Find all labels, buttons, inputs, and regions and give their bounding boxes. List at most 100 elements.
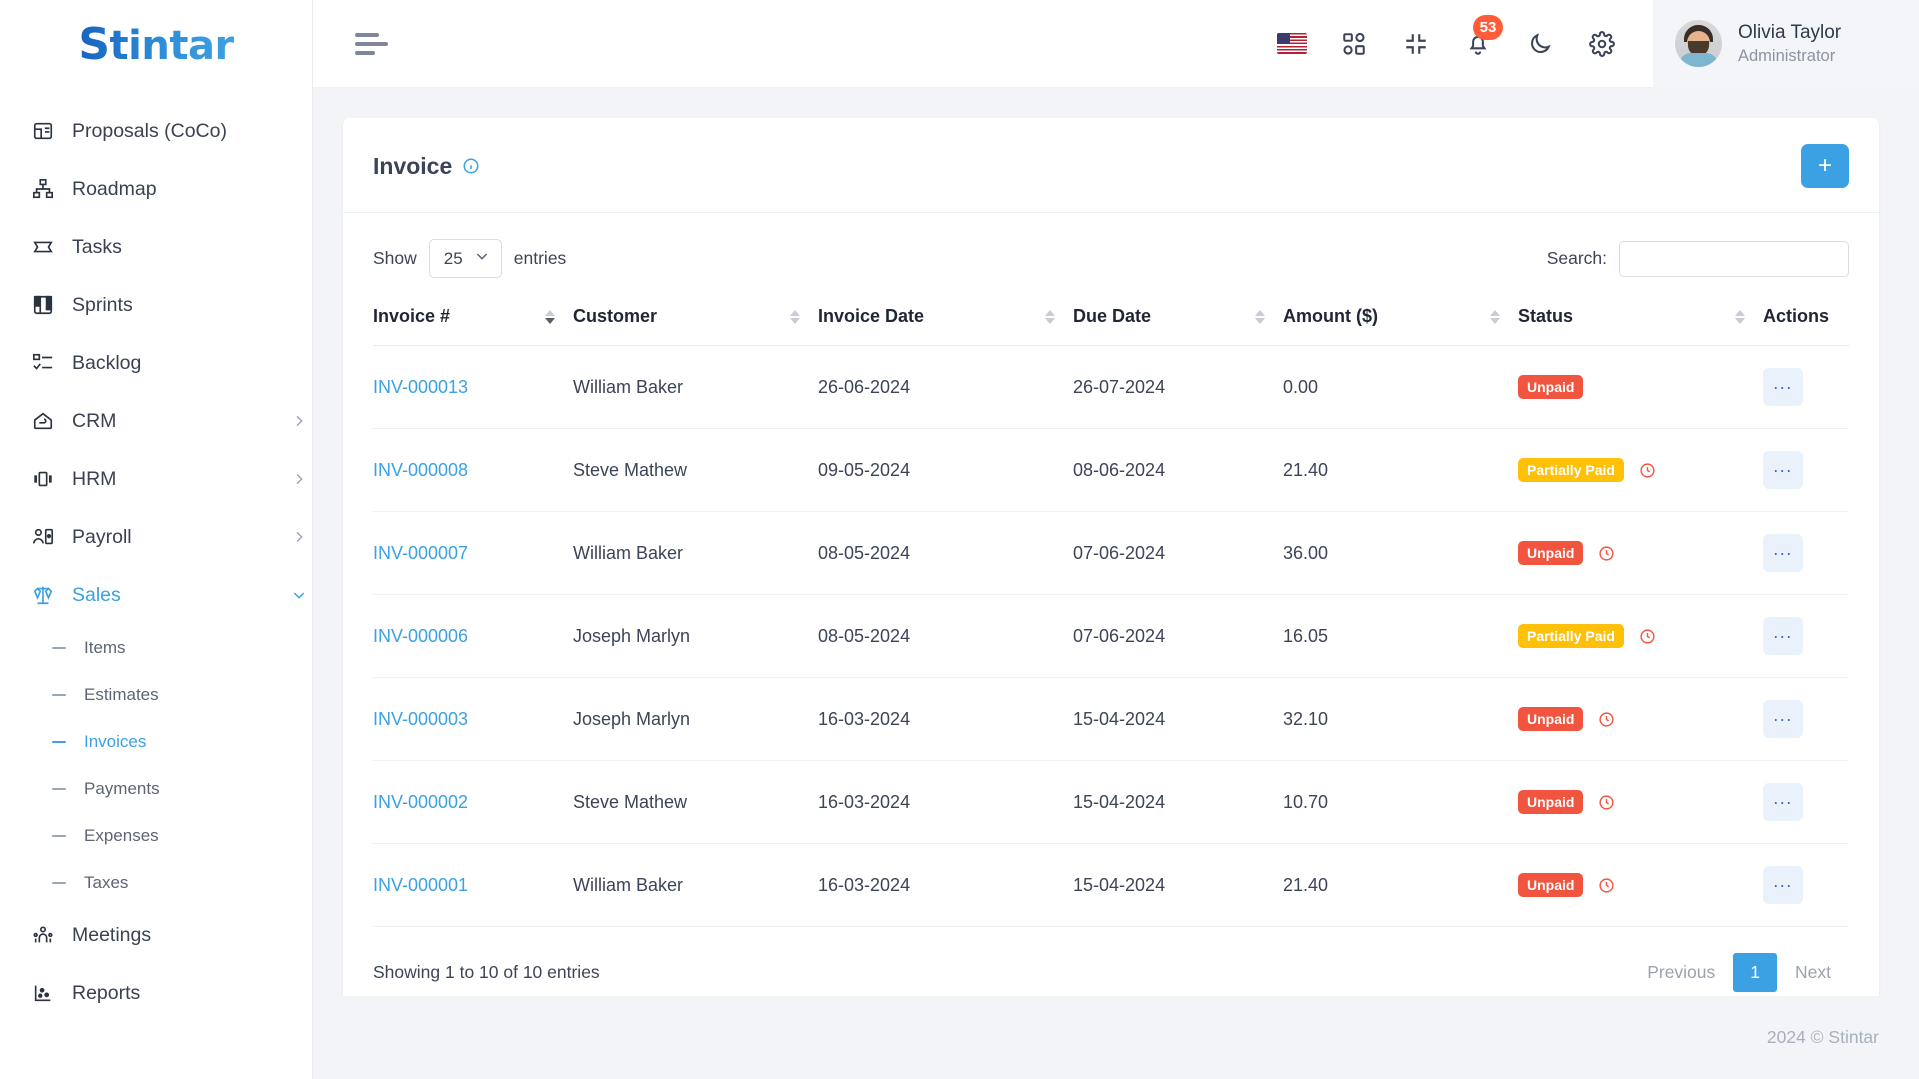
column-label: Invoice # — [373, 306, 451, 326]
sidebar-subitem-payments[interactable]: Payments — [0, 765, 312, 812]
cell-invoice-number: INV-000003 — [373, 677, 573, 761]
invoice-link[interactable]: INV-000013 — [373, 377, 468, 397]
column-label: Actions — [1763, 306, 1830, 326]
sort-icon[interactable] — [1045, 309, 1073, 324]
sidebar-item-sales[interactable]: Sales — [0, 566, 312, 624]
sidebar-subitem-items[interactable]: Items — [0, 624, 312, 671]
row-actions-button[interactable]: ... — [1763, 783, 1803, 821]
bell-icon[interactable]: 53 — [1463, 14, 1503, 59]
sidebar-item-reports[interactable]: Reports — [0, 964, 312, 1022]
cell-status: Partially Paid — [1518, 594, 1763, 678]
brand-initial: S — [78, 18, 110, 70]
cell-amount: 21.40 — [1283, 428, 1518, 512]
sidebar-subitem-taxes[interactable]: Taxes — [0, 859, 312, 906]
sort-icon[interactable] — [1490, 309, 1518, 324]
sidebar-item-meetings[interactable]: Meetings — [0, 906, 312, 964]
sidebar-item-label: Roadmap — [72, 177, 157, 200]
col-invoice-date[interactable]: Invoice Date — [818, 296, 1073, 346]
app-root: Stintar Proposals (CoCo) Roadmap Tasks S… — [0, 0, 1919, 1079]
table-row[interactable]: INV-000001 William Baker 16-03-2024 15-0… — [373, 843, 1849, 927]
hamburger-line — [355, 50, 375, 55]
brand-logo[interactable]: Stintar — [0, 0, 312, 88]
add-invoice-button[interactable]: + — [1801, 144, 1849, 188]
info-circle-icon[interactable] — [462, 157, 480, 175]
showing-entries-text: Showing 1 to 10 of 10 entries — [373, 962, 600, 982]
invoice-link[interactable]: INV-000007 — [373, 543, 468, 563]
hamburger-icon[interactable] — [355, 32, 391, 55]
col-status[interactable]: Status — [1518, 296, 1763, 346]
grid-apps-icon[interactable] — [1339, 29, 1369, 59]
invoice-link[interactable]: INV-000001 — [373, 875, 468, 895]
sidebar-item-label: Backlog — [72, 351, 142, 374]
sidebar-subitem-estimates[interactable]: Estimates — [0, 671, 312, 718]
cell-due-date: 07-06-2024 — [1073, 594, 1283, 678]
sidebar-item-hrm[interactable]: HRM — [0, 450, 312, 508]
topbar-actions: 53 — [1277, 14, 1653, 59]
pagination-previous[interactable]: Previous — [1629, 954, 1733, 991]
invoice-link[interactable]: INV-000006 — [373, 626, 468, 646]
sidebar-item-roadmap[interactable]: Roadmap — [0, 160, 312, 218]
moon-icon[interactable] — [1525, 29, 1555, 59]
sidebar-item-crm[interactable]: CRM — [0, 392, 312, 450]
row-actions-button[interactable]: ... — [1763, 617, 1803, 655]
search-input[interactable] — [1619, 240, 1849, 277]
gear-icon[interactable] — [1587, 29, 1617, 59]
table-row[interactable]: INV-000008 Steve Mathew 09-05-2024 08-06… — [373, 428, 1849, 512]
invoice-link[interactable]: INV-000003 — [373, 709, 468, 729]
sidebar-subitem-label: Items — [84, 637, 126, 657]
invoice-link[interactable]: INV-000008 — [373, 460, 468, 480]
row-actions-button[interactable]: ... — [1763, 700, 1803, 738]
cell-invoice-number: INV-000008 — [373, 428, 573, 512]
cell-status: Unpaid — [1518, 843, 1763, 927]
col-amount[interactable]: Amount ($) — [1283, 296, 1518, 346]
user-profile-menu[interactable]: Olivia Taylor Administrator — [1653, 0, 1919, 88]
cell-customer: Joseph Marlyn — [573, 677, 818, 761]
table-row[interactable]: INV-000003 Joseph Marlyn 16-03-2024 15-0… — [373, 677, 1849, 761]
flag-graphic — [1277, 33, 1307, 54]
table-row[interactable]: INV-000006 Joseph Marlyn 08-05-2024 07-0… — [373, 594, 1849, 678]
row-actions-button[interactable]: ... — [1763, 368, 1803, 406]
sidebar-item-tasks[interactable]: Tasks — [0, 218, 312, 276]
invoice-link[interactable]: INV-000002 — [373, 792, 468, 812]
row-actions-button[interactable]: ... — [1763, 534, 1803, 572]
sort-icon[interactable] — [790, 309, 818, 324]
entries-select-wrap: 25 — [428, 239, 502, 278]
meetings-icon — [30, 922, 56, 948]
table-row[interactable]: INV-000007 William Baker 08-05-2024 07-0… — [373, 511, 1849, 595]
table-row[interactable]: INV-000013 William Baker 26-06-2024 26-0… — [373, 345, 1849, 429]
table-row[interactable]: INV-000002 Steve Mathew 16-03-2024 15-04… — [373, 760, 1849, 844]
row-actions-button[interactable]: ... — [1763, 866, 1803, 904]
cell-amount: 10.70 — [1283, 760, 1518, 844]
cell-invoice-number: INV-000006 — [373, 594, 573, 678]
pagination-next[interactable]: Next — [1777, 954, 1849, 991]
collapse-fullscreen-icon[interactable] — [1401, 29, 1431, 59]
col-invoice-number[interactable]: Invoice # — [373, 296, 573, 346]
overdue-clock-icon — [1639, 628, 1656, 645]
col-customer[interactable]: Customer — [573, 296, 818, 346]
sidebar-subitem-label: Taxes — [84, 872, 129, 892]
cell-invoice-number: INV-000001 — [373, 843, 573, 927]
sort-icon[interactable] — [545, 309, 573, 324]
sort-icon[interactable] — [1735, 309, 1763, 324]
sort-icon[interactable] — [1255, 309, 1283, 324]
entries-per-page-select[interactable]: 25 — [428, 239, 502, 278]
sidebar-subitem-invoices[interactable]: Invoices — [0, 718, 312, 765]
hamburger-line — [355, 32, 379, 37]
pagination-page-1[interactable]: 1 — [1733, 953, 1778, 992]
dash-bullet-icon — [52, 740, 66, 743]
table-header-row: Invoice # Customer Invoice Date Due Date… — [373, 296, 1849, 346]
search-control: Search: — [1547, 240, 1849, 277]
col-due-date[interactable]: Due Date — [1073, 296, 1283, 346]
cell-status: Unpaid — [1518, 511, 1763, 595]
sidebar-item-proposals[interactable]: Proposals (CoCo) — [0, 102, 312, 160]
overdue-clock-icon — [1598, 711, 1615, 728]
chevron-right-icon — [286, 529, 312, 545]
dash-bullet-icon — [52, 787, 66, 790]
us-flag-icon[interactable] — [1277, 29, 1307, 59]
sidebar-item-backlog[interactable]: Backlog — [0, 334, 312, 392]
sidebar-item-payroll[interactable]: Payroll — [0, 508, 312, 566]
row-actions-button[interactable]: ... — [1763, 451, 1803, 489]
sidebar-subitem-expenses[interactable]: Expenses — [0, 812, 312, 859]
sidebar-item-label: HRM — [72, 467, 117, 490]
sidebar-item-sprints[interactable]: Sprints — [0, 276, 312, 334]
